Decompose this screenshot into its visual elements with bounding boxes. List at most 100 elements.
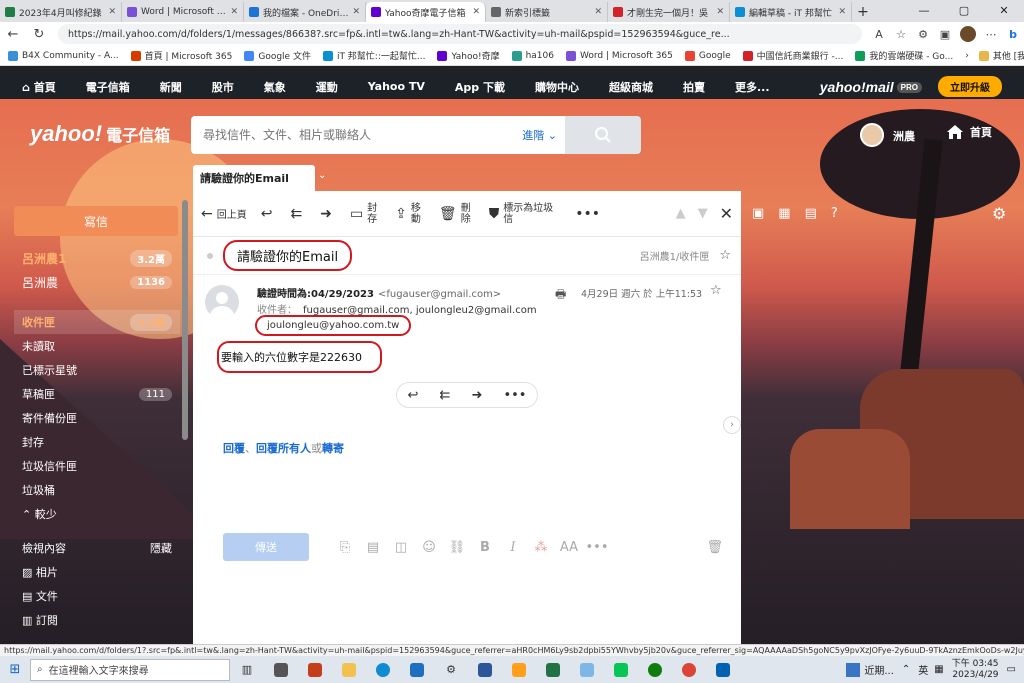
forward-button[interactable]: ➜ — [320, 206, 336, 222]
reply-all-link[interactable]: 回覆所有人 — [256, 442, 311, 455]
close-icon[interactable]: ✕ — [720, 204, 733, 223]
notepad-icon[interactable]: ▤ — [805, 206, 817, 221]
line-icon[interactable] — [604, 662, 638, 677]
back-button[interactable]: ← 回上頁 — [201, 206, 247, 222]
inline-more-icon[interactable]: ••• — [503, 388, 526, 403]
compose-button[interactable]: 寫信 — [14, 206, 178, 236]
xbox-icon[interactable] — [638, 662, 672, 677]
reply-link[interactable]: 回覆 — [223, 442, 245, 455]
profile-avatar[interactable] — [960, 26, 976, 42]
tab-close-icon[interactable]: ✕ — [472, 7, 480, 17]
extensions-icon[interactable]: ⚙ — [912, 28, 934, 41]
bookmark-item[interactable]: ha106 — [511, 50, 554, 61]
emoji-icon[interactable]: ☺ — [415, 540, 443, 555]
ynav-item[interactable]: 股市 — [212, 79, 234, 95]
bookmark-item[interactable]: 首頁 | Microsoft 365 — [130, 49, 232, 62]
notepad-app-icon[interactable] — [570, 662, 604, 677]
ynav-item[interactable]: 購物中心 — [535, 79, 579, 95]
user-avatar[interactable] — [860, 123, 884, 147]
mail-icon[interactable] — [400, 662, 434, 677]
tab-close-icon[interactable]: ✕ — [716, 7, 724, 17]
tab-close-icon[interactable]: ✕ — [230, 7, 238, 17]
attach-icon[interactable]: ⎘ — [331, 540, 359, 555]
star-icon[interactable]: ☆ — [719, 248, 731, 263]
more-menu-icon[interactable]: ⋯ — [980, 28, 1002, 41]
new-tab-icon[interactable]: + — [852, 2, 874, 22]
view-item[interactable]: ▤ 文件 — [14, 584, 180, 608]
close-window-icon[interactable]: ✕ — [984, 0, 1024, 22]
bing-icon[interactable]: b — [1002, 28, 1024, 41]
photos-icon[interactable] — [706, 662, 740, 677]
reload-icon[interactable]: ↻ — [26, 27, 52, 42]
ynav-item[interactable]: 超級商城 — [609, 79, 653, 95]
sidebar-scrollbar[interactable] — [182, 200, 188, 440]
bookmark-item[interactable]: 我的雲端硬碟 - Go... — [855, 49, 953, 62]
ynav-item[interactable]: 運動 — [316, 79, 338, 95]
gif-icon[interactable]: ▤ — [359, 540, 387, 555]
yahoo-mail-logo[interactable]: yahoo! 電子信箱 — [30, 121, 170, 147]
bookmarks-overflow-icon[interactable]: › — [965, 51, 969, 61]
folder-item[interactable]: 封存 — [14, 430, 180, 454]
settings-gear-icon[interactable]: ⚙ — [992, 204, 1006, 223]
browser-tab[interactable]: Yahoo奇摩電子信箱 ✕ — [366, 2, 486, 22]
recipient-extra[interactable]: joulongleu@yahoo.com.tw — [255, 315, 412, 336]
tab-close-icon[interactable]: ✕ — [594, 7, 602, 17]
home-link[interactable]: 首頁 — [946, 124, 992, 140]
maximize-icon[interactable]: ▢ — [944, 0, 984, 22]
link-icon[interactable]: ⛓ — [443, 540, 471, 555]
excel-icon[interactable] — [536, 662, 570, 677]
expand-handle-icon[interactable]: › — [723, 416, 741, 434]
tray-chevron-icon[interactable]: ⌃ — [902, 664, 910, 675]
ynav-item[interactable]: 電子信箱 — [86, 79, 130, 95]
next-message-icon[interactable]: ▼ — [698, 206, 708, 221]
view-item[interactable]: ▨ 相片 — [14, 560, 180, 584]
show-less-toggle[interactable]: ⌃ 較少 — [14, 502, 180, 526]
bookmark-item[interactable]: 中國信託商業銀行 -... — [742, 49, 843, 62]
ynav-item[interactable]: Yahoo TV — [368, 80, 425, 93]
bookmark-item[interactable]: B4X Community - A... — [8, 50, 119, 61]
sender-email[interactable]: <fugauser@gmail.com> — [378, 289, 501, 300]
ynav-item[interactable]: 新聞 — [160, 79, 182, 95]
news-widget-icon[interactable] — [846, 662, 861, 677]
forward-link[interactable]: 轉寄 — [322, 442, 344, 455]
delete-button[interactable]: 🗑 刪除 — [439, 203, 475, 225]
help-icon[interactable]: ? — [831, 206, 838, 221]
send-button[interactable]: 傳送 — [223, 533, 309, 561]
back-arrow-icon[interactable]: ← — [0, 27, 26, 42]
folder-item[interactable]: 垃圾桶 — [14, 478, 180, 502]
folder-item[interactable]: 草稿匣 111 — [14, 382, 180, 406]
print-icon[interactable]: 🖶 — [555, 285, 566, 306]
bookmark-item[interactable]: Yahoo!奇摩 — [437, 49, 500, 62]
inline-reply-icon[interactable]: ↩ — [408, 388, 419, 403]
word-icon[interactable] — [468, 662, 502, 677]
spam-button[interactable]: ⛊ 標示為垃圾信 — [489, 203, 562, 225]
advanced-search-link[interactable]: 進階 ⌄ — [522, 127, 557, 143]
minimize-icon[interactable]: — — [904, 0, 944, 22]
powerpoint-icon[interactable] — [298, 662, 332, 677]
read-aloud-icon[interactable]: A — [868, 28, 890, 41]
contacts-icon[interactable]: ▣ — [752, 206, 764, 221]
search-input[interactable] — [203, 128, 523, 142]
folder-item[interactable]: 寄件備份匣 — [14, 406, 180, 430]
archive-button[interactable]: ▭ 封存 — [350, 203, 381, 225]
folder-item[interactable]: 未讀取 — [14, 334, 180, 358]
folder-item[interactable]: 收件匣 3.2萬 — [14, 310, 180, 334]
reply-button[interactable]: ↩ — [261, 206, 277, 222]
clock[interactable]: 下午 03:45 2023/4/29 — [952, 659, 999, 681]
bookmark-item[interactable]: Google 文件 — [244, 49, 311, 62]
inline-reply-all-icon[interactable]: ⇇ — [440, 388, 451, 403]
browser-tab[interactable]: 才剛生完一個月！吳 ✕ — [608, 2, 730, 22]
folder-item[interactable]: 已標示星號 — [14, 358, 180, 382]
bookmark-item[interactable]: Word | Microsoft 365 — [565, 50, 673, 61]
ynav-item[interactable]: 氣象 — [264, 79, 286, 95]
tab-close-icon[interactable]: ✕ — [108, 7, 116, 17]
view-item[interactable]: ▥ 訂閱 — [14, 608, 180, 632]
input-method-icon[interactable]: ▦ — [934, 664, 943, 675]
tab-close-icon[interactable]: ✕ — [352, 7, 360, 17]
sticker-icon[interactable]: ◫ — [387, 540, 415, 555]
tab-dropdown-icon[interactable]: ⌄ — [318, 170, 326, 181]
sender-name[interactable]: 驗證時間為:04/29/2023 — [257, 289, 374, 300]
user-name[interactable]: 洲農 — [893, 128, 915, 144]
bookmark-item[interactable]: Google — [684, 50, 731, 61]
ynav-item[interactable]: 更多... — [735, 79, 770, 95]
